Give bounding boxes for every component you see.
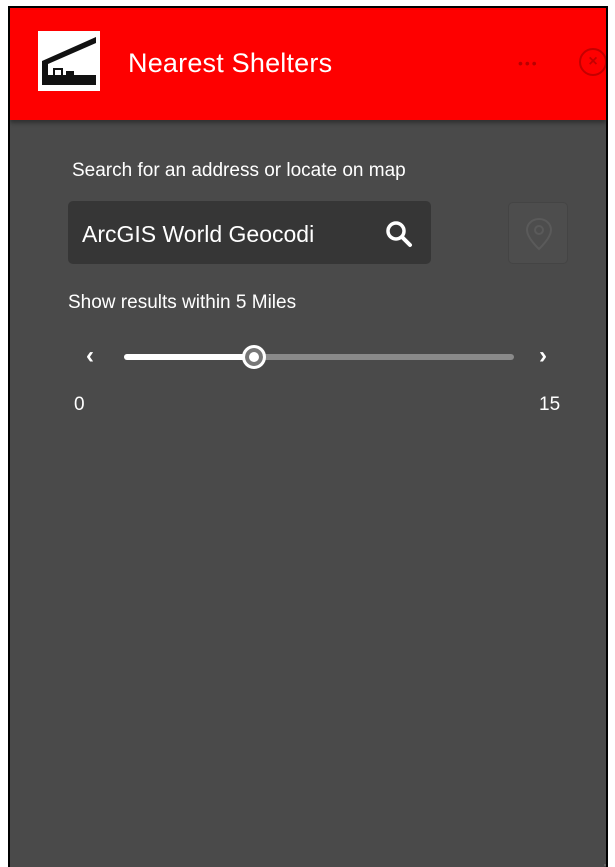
more-dots-icon[interactable]: •••	[518, 56, 539, 70]
widget-panel: Nearest Shelters ••• × Search for an add…	[8, 6, 608, 867]
slider-min-label: 0	[74, 394, 85, 415]
slider-thumb[interactable]	[242, 345, 266, 369]
range-label: Show results within 5 Miles	[68, 292, 297, 313]
shelter-logo-icon	[38, 31, 100, 91]
search-input-value[interactable]: ArcGIS World Geocodi	[82, 221, 314, 248]
locate-pin-icon	[525, 217, 553, 251]
close-circle-icon[interactable]: ×	[579, 48, 606, 76]
widget-header: Nearest Shelters ••• ×	[10, 8, 606, 120]
resize-handle[interactable]: ⋰	[600, 860, 606, 867]
slider-max-label: 15	[539, 394, 561, 415]
chevron-right-icon[interactable]: ›	[533, 342, 553, 370]
slider-fill	[124, 354, 254, 360]
search-input[interactable]: ArcGIS World Geocodi	[68, 201, 431, 264]
chevron-left-icon[interactable]: ‹	[80, 342, 100, 370]
search-icon[interactable]	[384, 219, 414, 249]
search-instructions: Search for an address or locate on map	[72, 160, 406, 181]
widget-title: Nearest Shelters	[128, 48, 333, 78]
distance-slider[interactable]	[124, 345, 514, 369]
locate-button[interactable]	[508, 202, 568, 264]
